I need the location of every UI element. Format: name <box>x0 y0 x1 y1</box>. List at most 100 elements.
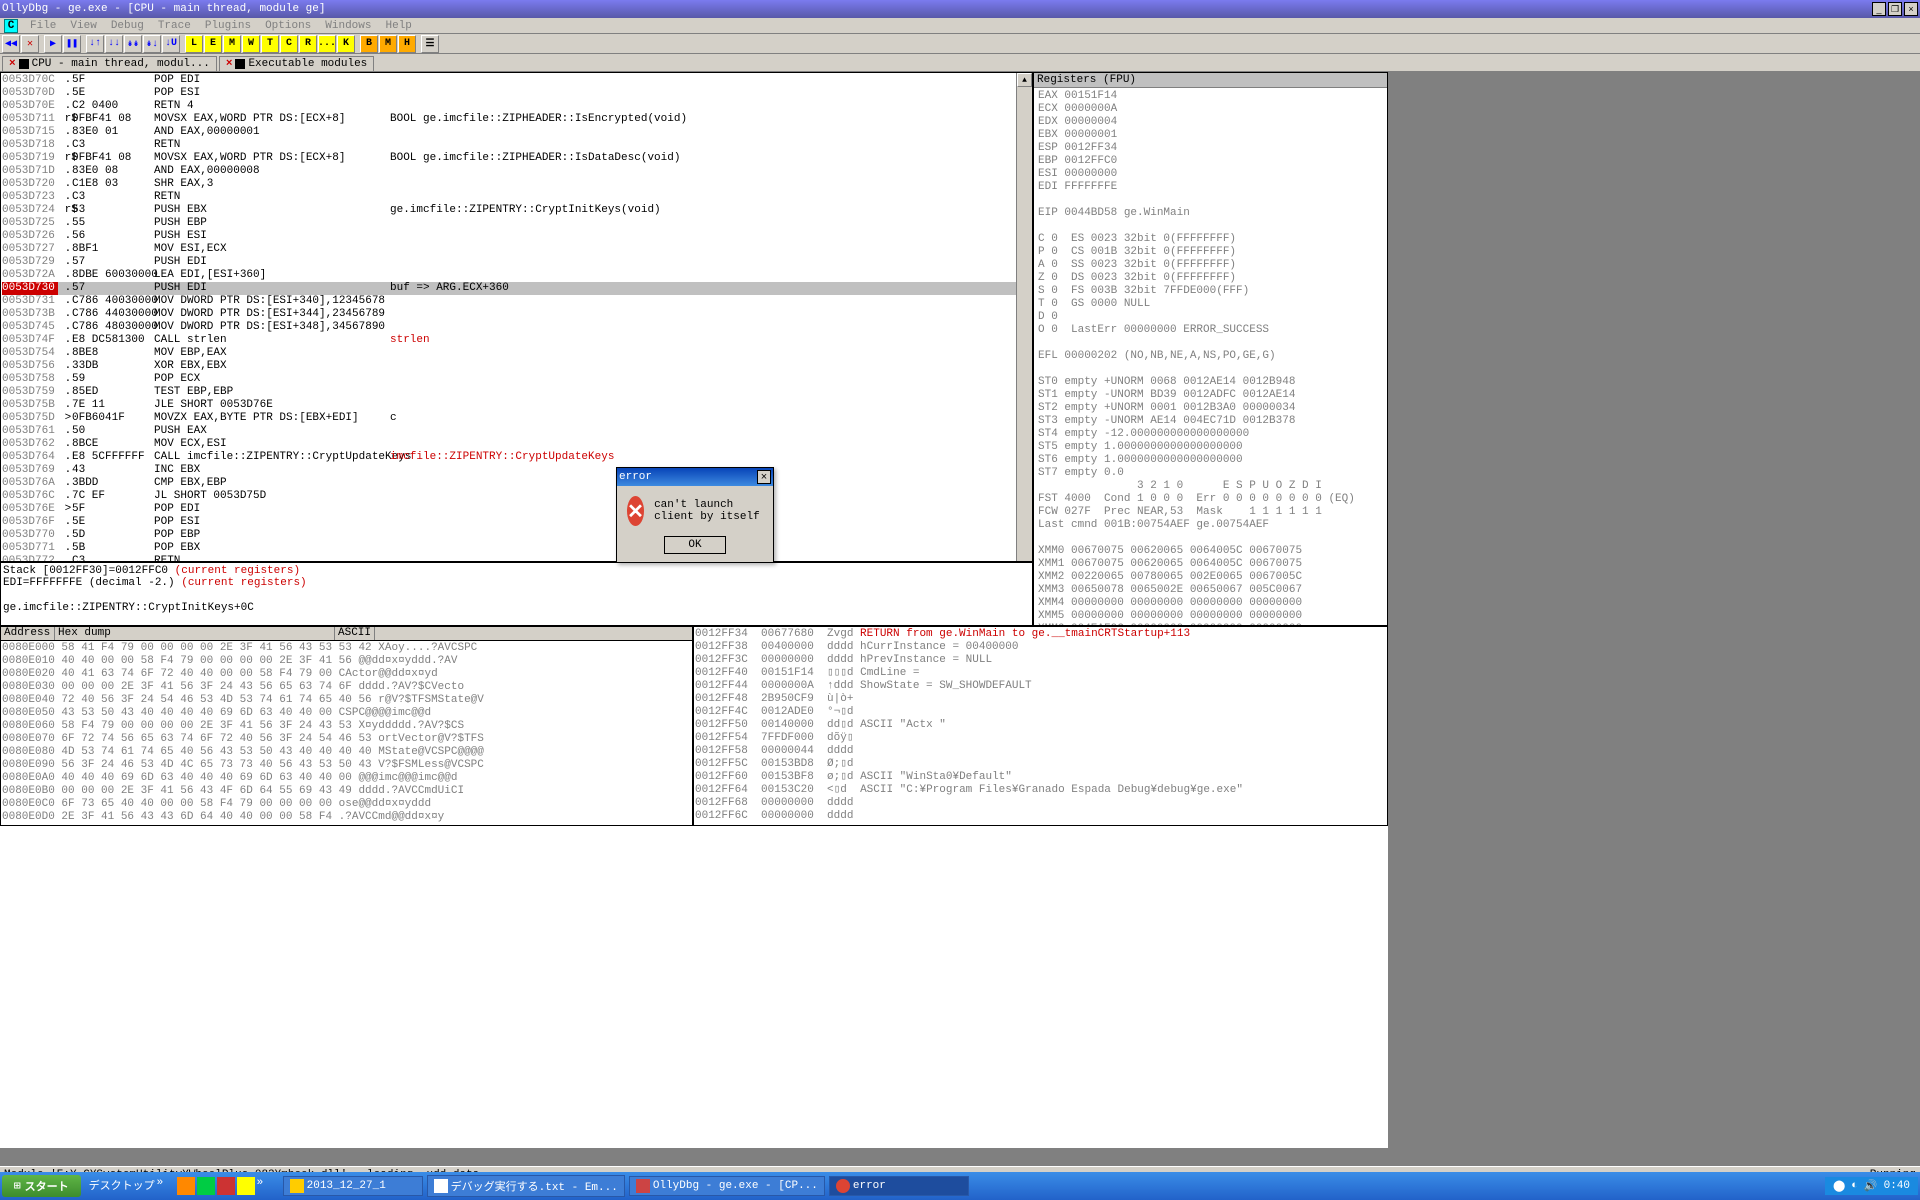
stack-row[interactable]: 0012FF50 00140000 dd▯d ASCII "Actx " <box>695 719 1386 732</box>
taskbar-item[interactable]: 2013_12_27_1 <box>283 1176 423 1196</box>
stack-row[interactable]: 0012FF34 00677680 Zvgd RETURN from ge.Wi… <box>695 628 1386 641</box>
refs-button[interactable]: R <box>299 35 317 53</box>
tab-cpu[interactable]: ×CPU - main thread, modul... <box>2 56 217 71</box>
scroll-up-icon[interactable]: ▲ <box>1017 73 1032 87</box>
disasm-row[interactable]: 0053D754 . 8BE8MOV EBP,EAX <box>2 347 1031 360</box>
ql-icon[interactable] <box>217 1177 235 1195</box>
disasm-row[interactable]: 0053D769 . 43INC EBX <box>2 464 1031 477</box>
stack-row[interactable]: 0012FF64 00153C20 <▯d ASCII "C:¥Program … <box>695 784 1386 797</box>
dialog-close-icon[interactable]: × <box>757 470 771 484</box>
disasm-row[interactable]: 0053D720 . C1E8 03SHR EAX,3 <box>2 178 1031 191</box>
minimize-button[interactable]: _ <box>1872 2 1886 16</box>
disasm-row[interactable]: 0053D762 . 8BCEMOV ECX,ESI <box>2 438 1031 451</box>
stack-row[interactable]: 0012FF38 00400000 dddd hCurrInstance = 0… <box>695 641 1386 654</box>
disasm-row[interactable]: 0053D74F . E8 DC581300CALL strlenstrlen <box>2 334 1031 347</box>
start-button[interactable]: ⊞ スタート <box>2 1175 81 1197</box>
windows-button[interactable]: W <box>242 35 260 53</box>
disasm-row[interactable]: 0053D711 r$0FBF41 08MOVSX EAX,WORD PTR D… <box>2 113 1031 126</box>
app-icon[interactable]: C <box>4 19 18 33</box>
disasm-row[interactable]: 0053D745 . C786 48030000MOV DWORD PTR DS… <box>2 321 1031 334</box>
m-button[interactable]: M <box>379 35 397 53</box>
scrollbar[interactable]: ▲ <box>1016 73 1032 561</box>
close-button[interactable]: × <box>1904 2 1918 16</box>
taskbar-item[interactable]: デバッグ実行する.txt - Em... <box>427 1175 625 1197</box>
step-into-icon[interactable]: ↓↑ <box>86 35 104 53</box>
disasm-row[interactable]: 0053D76E > 5FPOP EDI <box>2 503 1031 516</box>
disasm-row[interactable]: 0053D772 C3RETN <box>2 555 1031 562</box>
menu-view[interactable]: View <box>64 20 102 32</box>
disasm-row[interactable]: 0053D75B . 7E 11JLE SHORT 0053D76E <box>2 399 1031 412</box>
taskbar-item[interactable]: OllyDbg - ge.exe - [CP... <box>629 1176 825 1196</box>
disasm-row[interactable]: 0053D731 . C786 40030000MOV DWORD PTR DS… <box>2 295 1031 308</box>
hexdump-pane[interactable]: Address Hex dump ASCII 0080E000 58 41 F4… <box>0 626 693 826</box>
disasm-row[interactable]: 0053D725 . 55PUSH EBP <box>2 217 1031 230</box>
disasm-row[interactable]: 0053D723 . C3RETN <box>2 191 1031 204</box>
taskbar-item-active[interactable]: error <box>829 1176 969 1196</box>
trace-over-icon[interactable]: ↡↓ <box>143 35 161 53</box>
modules-button[interactable]: E <box>204 35 222 53</box>
stack-row[interactable]: 0012FF48 2B950CF9 ù|ò+ <box>695 693 1386 706</box>
disasm-row[interactable]: 0053D715 . 83E0 01AND EAX,00000001 <box>2 126 1031 139</box>
ql-icon[interactable] <box>177 1177 195 1195</box>
menu-help[interactable]: Help <box>380 20 418 32</box>
disasm-row[interactable]: 0053D76C . 7C EFJL SHORT 0053D75D <box>2 490 1031 503</box>
play-icon[interactable]: ▶ <box>44 35 62 53</box>
tab-modules[interactable]: ×Executable modules <box>219 56 374 71</box>
disasm-row[interactable]: 0053D718 . C3RETN <box>2 139 1031 152</box>
stack-row[interactable]: 0012FF40 00151F14 ▯▯▯d CmdLine = <box>695 667 1386 680</box>
menu-options[interactable]: Options <box>259 20 317 32</box>
callstack-button[interactable]: K <box>337 35 355 53</box>
tab-close-icon[interactable]: × <box>226 58 233 70</box>
trace-into-icon[interactable]: ↡↡ <box>124 35 142 53</box>
disasm-row[interactable]: 0053D76F . 5EPOP ESI <box>2 516 1031 529</box>
disasm-row[interactable]: 0053D719 r$0FBF41 08MOVSX EAX,WORD PTR D… <box>2 152 1031 165</box>
disasm-row[interactable]: 0053D76A . 3BDDCMP EBX,EBP <box>2 477 1031 490</box>
log-button[interactable]: L <box>185 35 203 53</box>
rewind-icon[interactable]: ◀◀ <box>2 35 20 53</box>
disasm-row[interactable]: 0053D727 . 8BF1MOV ESI,ECX <box>2 243 1031 256</box>
exec-till-ret-icon[interactable]: ↓U <box>162 35 180 53</box>
disasm-row[interactable]: 0053D770 . 5DPOP EBP <box>2 529 1031 542</box>
disasm-row[interactable]: 0053D75D > 0FB6041FMOVZX EAX,BYTE PTR DS… <box>2 412 1031 425</box>
disasm-row[interactable]: 0053D729 . 57PUSH EDI <box>2 256 1031 269</box>
menu-trace[interactable]: Trace <box>152 20 197 32</box>
system-tray[interactable]: ⬤ ◐ 🔊 0:40 <box>1825 1177 1918 1195</box>
menu-plugins[interactable]: Plugins <box>199 20 257 32</box>
disasm-row[interactable]: 0053D764 . E8 5CFFFFFFCALL imcfile::ZIPE… <box>2 451 1031 464</box>
dialog-titlebar[interactable]: error × <box>617 468 773 486</box>
restore-button[interactable]: ❐ <box>1888 2 1902 16</box>
options-icon[interactable]: ☰ <box>421 35 439 53</box>
registers-pane[interactable]: Registers (FPU) EAX 00151F14 ECX 0000000… <box>1033 72 1388 626</box>
ql-icon[interactable] <box>237 1177 255 1195</box>
disasm-row[interactable]: 0053D761 . 50PUSH EAX <box>2 425 1031 438</box>
close-file-icon[interactable]: ✕ <box>21 35 39 53</box>
stack-row[interactable]: 0012FF58 00000044 dddd <box>695 745 1386 758</box>
disasm-row[interactable]: 0053D70E . C2 0400RETN 4 <box>2 100 1031 113</box>
disasm-row[interactable]: 0053D759 . 85EDTEST EBP,EBP <box>2 386 1031 399</box>
disasm-row[interactable]: 0053D70D . 5EPOP ESI <box>2 87 1031 100</box>
memory-button[interactable]: M <box>223 35 241 53</box>
stack-row[interactable]: 0012FF6C 00000000 dddd <box>695 810 1386 823</box>
stack-row[interactable]: 0012FF44 0000000A ↑ddd ShowState = SW_SH… <box>695 680 1386 693</box>
menu-windows[interactable]: Windows <box>319 20 377 32</box>
disasm-row[interactable]: 0053D756 . 33DBXOR EBX,EBX <box>2 360 1031 373</box>
tab-close-icon[interactable]: × <box>9 58 16 70</box>
cpu-button[interactable]: C <box>280 35 298 53</box>
stack-row[interactable]: 0012FF4C 0012ADE0 °¬▯d <box>695 706 1386 719</box>
stack-pane[interactable]: 0012FF34 00677680 Zvgd RETURN from ge.Wi… <box>693 626 1388 826</box>
disasm-row[interactable]: 0053D71D . 83E0 08AND EAX,00000008 <box>2 165 1031 178</box>
stack-row[interactable]: 0012FF60 00153BF8 ø;▯d ASCII "WinSta0¥De… <box>695 771 1386 784</box>
disasm-row[interactable]: 0053D730 . 57PUSH EDIbuf => ARG.ECX+360 <box>2 282 1031 295</box>
menu-debug[interactable]: Debug <box>105 20 150 32</box>
ok-button[interactable]: OK <box>664 536 726 554</box>
more-button[interactable]: ... <box>318 35 336 53</box>
threads-button[interactable]: T <box>261 35 279 53</box>
disasm-row[interactable]: 0053D726 . 56PUSH ESI <box>2 230 1031 243</box>
tray-icon[interactable]: ⬤ <box>1833 1179 1845 1193</box>
disasm-row[interactable]: 0053D724 r$53PUSH EBXge.imcfile::ZIPENTR… <box>2 204 1031 217</box>
stack-row[interactable]: 0012FF5C 00153BD8 Ø;▯d <box>695 758 1386 771</box>
disasm-row[interactable]: 0053D758 . 59POP ECX <box>2 373 1031 386</box>
disasm-row[interactable]: 0053D72A . 8DBE 60030000LEA EDI,[ESI+360… <box>2 269 1031 282</box>
menu-file[interactable]: File <box>24 20 62 32</box>
step-over-icon[interactable]: ↓↓ <box>105 35 123 53</box>
